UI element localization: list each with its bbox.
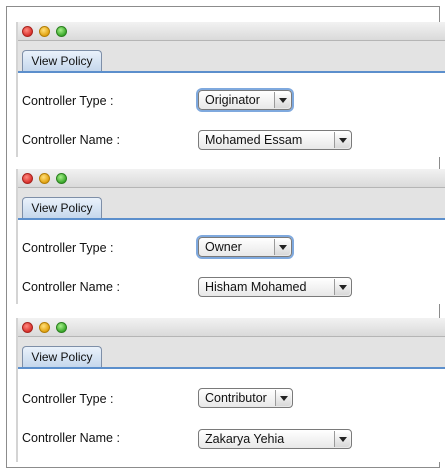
tab-view-policy[interactable]: View Policy xyxy=(22,197,102,218)
controller-name-select[interactable]: Zakarya Yehia xyxy=(198,429,352,449)
controller-type-value: Originator xyxy=(205,93,260,107)
policy-window-1: View Policy Controller Type : Originator… xyxy=(16,22,445,157)
policy-form: Controller Type : Originator Controller … xyxy=(18,73,445,157)
controller-type-value: Owner xyxy=(205,240,242,254)
policy-form: Controller Type : Contributor Controller… xyxy=(18,369,445,462)
chevron-down-icon[interactable] xyxy=(334,431,350,447)
minimize-icon[interactable] xyxy=(39,26,50,37)
controller-type-label: Controller Type : xyxy=(22,241,114,255)
controller-name-value: Mohamed Essam xyxy=(205,133,303,147)
tab-view-policy[interactable]: View Policy xyxy=(22,346,102,367)
tab-view-policy[interactable]: View Policy xyxy=(22,50,102,71)
policy-window-3: View Policy Controller Type : Contributo… xyxy=(16,318,445,462)
chevron-down-icon[interactable] xyxy=(274,92,290,108)
title-bar xyxy=(18,22,445,41)
chevron-down-icon[interactable] xyxy=(274,239,290,255)
policy-window-2: View Policy Controller Type : Owner Cont… xyxy=(16,169,445,304)
controller-name-label: Controller Name : xyxy=(22,280,120,294)
minimize-icon[interactable] xyxy=(39,173,50,184)
minimize-icon[interactable] xyxy=(39,322,50,333)
close-icon[interactable] xyxy=(22,322,33,333)
controller-type-label: Controller Type : xyxy=(22,94,114,108)
policy-form: Controller Type : Owner Controller Name … xyxy=(18,220,445,304)
controller-type-label: Controller Type : xyxy=(22,392,114,406)
tab-strip: View Policy xyxy=(18,337,445,369)
close-icon[interactable] xyxy=(22,173,33,184)
chevron-down-icon[interactable] xyxy=(334,132,350,148)
controller-name-value: Zakarya Yehia xyxy=(205,432,285,446)
tab-strip: View Policy xyxy=(18,41,445,73)
chevron-down-icon[interactable] xyxy=(275,390,291,406)
chevron-down-icon[interactable] xyxy=(334,279,350,295)
close-icon[interactable] xyxy=(22,26,33,37)
controller-name-value: Hisham Mohamed xyxy=(205,280,307,294)
controller-type-select[interactable]: Owner xyxy=(198,237,292,257)
title-bar xyxy=(18,318,445,337)
tab-strip: View Policy xyxy=(18,188,445,220)
zoom-icon[interactable] xyxy=(56,173,67,184)
controller-type-select[interactable]: Contributor xyxy=(198,388,293,408)
controller-type-value: Contributor xyxy=(205,391,267,405)
zoom-icon[interactable] xyxy=(56,322,67,333)
controller-type-select[interactable]: Originator xyxy=(198,90,292,110)
controller-name-label: Controller Name : xyxy=(22,133,120,147)
title-bar xyxy=(18,169,445,188)
controller-name-label: Controller Name : xyxy=(22,431,120,445)
controller-name-select[interactable]: Mohamed Essam xyxy=(198,130,352,150)
controller-name-select[interactable]: Hisham Mohamed xyxy=(198,277,352,297)
zoom-icon[interactable] xyxy=(56,26,67,37)
